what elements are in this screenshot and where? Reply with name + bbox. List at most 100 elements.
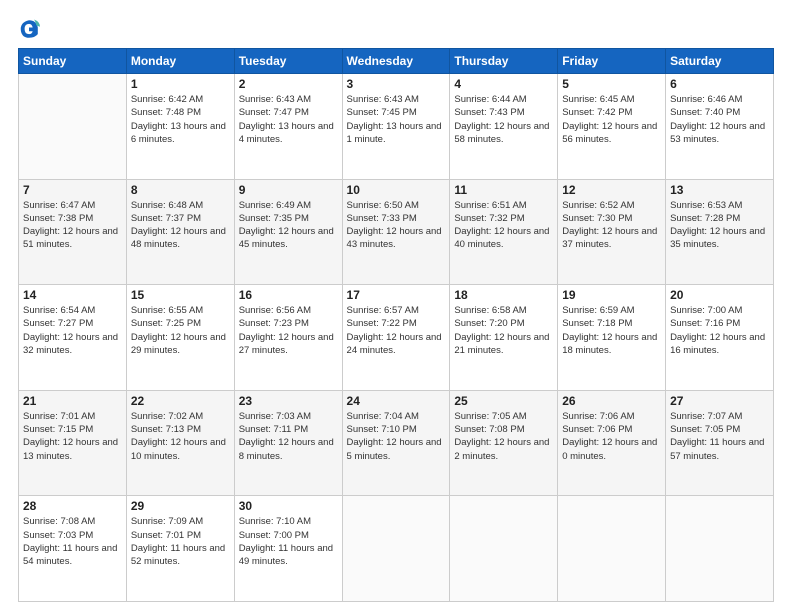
day-info: Sunrise: 6:49 AMSunset: 7:35 PMDaylight:… [239,199,338,252]
calendar-week-row: 14 Sunrise: 6:54 AMSunset: 7:27 PMDayligh… [19,285,774,391]
day-info: Sunrise: 6:44 AMSunset: 7:43 PMDaylight:… [454,93,553,146]
day-number: 10 [347,183,446,197]
weekday-header-thursday: Thursday [450,49,558,74]
calendar-cell: 20Sunrise: 7:00 AMSunset: 7:16 PMDayligh… [666,285,774,391]
day-info: Sunrise: 7:08 AMSunset: 7:03 PMDaylight:… [23,515,122,568]
day-info: Sunrise: 7:05 AMSunset: 7:08 PMDaylight:… [454,410,553,463]
day-number: 21 [23,394,122,408]
day-number: 25 [454,394,553,408]
calendar-cell: 12Sunrise: 6:52 AMSunset: 7:30 PMDayligh… [558,179,666,285]
weekday-header-friday: Friday [558,49,666,74]
day-number: 2 [239,77,338,91]
calendar-cell: 23 Sunrise: 7:03 AMSunset: 7:11 PMDayligh… [234,390,342,496]
day-number: 11 [454,183,553,197]
day-info: Sunrise: 6:51 AMSunset: 7:32 PMDaylight:… [454,199,553,252]
calendar-cell [342,496,450,602]
weekday-header-monday: Monday [126,49,234,74]
calendar-cell: 10Sunrise: 6:50 AMSunset: 7:33 PMDayligh… [342,179,450,285]
calendar-cell: 17 Sunrise: 6:57 AMSunset: 7:22 PMDayligh… [342,285,450,391]
calendar-cell: 15 Sunrise: 6:55 AMSunset: 7:25 PMDayligh… [126,285,234,391]
header [18,18,774,40]
calendar-cell: 27 Sunrise: 7:07 AMSunset: 7:05 PMDayligh… [666,390,774,496]
calendar-cell: 22 Sunrise: 7:02 AMSunset: 7:13 PMDayligh… [126,390,234,496]
day-number: 14 [23,288,122,302]
day-number: 8 [131,183,230,197]
calendar-cell: 21Sunrise: 7:01 AMSunset: 7:15 PMDayligh… [19,390,127,496]
calendar-week-row: 7 Sunrise: 6:47 AMSunset: 7:38 PMDaylight… [19,179,774,285]
day-number: 3 [347,77,446,91]
day-number: 29 [131,499,230,513]
day-number: 23 [239,394,338,408]
day-number: 6 [670,77,769,91]
weekday-header-wednesday: Wednesday [342,49,450,74]
day-number: 9 [239,183,338,197]
day-info: Sunrise: 7:02 AMSunset: 7:13 PMDaylight:… [131,410,230,463]
day-number: 20 [670,288,769,302]
calendar-cell [450,496,558,602]
weekday-header-saturday: Saturday [666,49,774,74]
calendar-cell: 3 Sunrise: 6:43 AMSunset: 7:45 PMDaylight… [342,74,450,180]
day-info: Sunrise: 6:57 AMSunset: 7:22 PMDaylight:… [347,304,446,357]
day-info: Sunrise: 7:06 AMSunset: 7:06 PMDaylight:… [562,410,661,463]
day-info: Sunrise: 6:55 AMSunset: 7:25 PMDaylight:… [131,304,230,357]
day-info: Sunrise: 7:10 AMSunset: 7:00 PMDaylight:… [239,515,338,568]
day-info: Sunrise: 6:42 AMSunset: 7:48 PMDaylight:… [131,93,230,146]
calendar-cell: 11 Sunrise: 6:51 AMSunset: 7:32 PMDayligh… [450,179,558,285]
day-info: Sunrise: 7:03 AMSunset: 7:11 PMDaylight:… [239,410,338,463]
day-info: Sunrise: 6:54 AMSunset: 7:27 PMDaylight:… [23,304,122,357]
day-info: Sunrise: 6:53 AMSunset: 7:28 PMDaylight:… [670,199,769,252]
day-info: Sunrise: 6:43 AMSunset: 7:47 PMDaylight:… [239,93,338,146]
calendar-cell: 25 Sunrise: 7:05 AMSunset: 7:08 PMDayligh… [450,390,558,496]
day-number: 4 [454,77,553,91]
day-number: 28 [23,499,122,513]
calendar-week-row: 21Sunrise: 7:01 AMSunset: 7:15 PMDayligh… [19,390,774,496]
calendar-week-row: 1Sunrise: 6:42 AMSunset: 7:48 PMDaylight… [19,74,774,180]
logo [18,18,44,40]
weekday-header-row: SundayMondayTuesdayWednesdayThursdayFrid… [19,49,774,74]
calendar-cell: 13Sunrise: 6:53 AMSunset: 7:28 PMDayligh… [666,179,774,285]
day-number: 7 [23,183,122,197]
calendar-cell: 2 Sunrise: 6:43 AMSunset: 7:47 PMDaylight… [234,74,342,180]
day-number: 30 [239,499,338,513]
calendar-cell [19,74,127,180]
day-info: Sunrise: 7:09 AMSunset: 7:01 PMDaylight:… [131,515,230,568]
day-number: 27 [670,394,769,408]
day-number: 15 [131,288,230,302]
calendar-cell: 14 Sunrise: 6:54 AMSunset: 7:27 PMDayligh… [19,285,127,391]
day-info: Sunrise: 6:56 AMSunset: 7:23 PMDaylight:… [239,304,338,357]
day-number: 22 [131,394,230,408]
weekday-header-sunday: Sunday [19,49,127,74]
day-number: 5 [562,77,661,91]
day-info: Sunrise: 7:07 AMSunset: 7:05 PMDaylight:… [670,410,769,463]
day-info: Sunrise: 7:04 AMSunset: 7:10 PMDaylight:… [347,410,446,463]
calendar-cell: 1Sunrise: 6:42 AMSunset: 7:48 PMDaylight… [126,74,234,180]
calendar-cell: 18 Sunrise: 6:58 AMSunset: 7:20 PMDayligh… [450,285,558,391]
day-number: 24 [347,394,446,408]
day-info: Sunrise: 6:48 AMSunset: 7:37 PMDaylight:… [131,199,230,252]
calendar-cell: 24 Sunrise: 7:04 AMSunset: 7:10 PMDayligh… [342,390,450,496]
day-number: 17 [347,288,446,302]
calendar-cell: 26 Sunrise: 7:06 AMSunset: 7:06 PMDayligh… [558,390,666,496]
calendar-cell: 8 Sunrise: 6:48 AMSunset: 7:37 PMDaylight… [126,179,234,285]
day-info: Sunrise: 6:59 AMSunset: 7:18 PMDaylight:… [562,304,661,357]
day-number: 18 [454,288,553,302]
calendar-cell [558,496,666,602]
day-info: Sunrise: 6:45 AMSunset: 7:42 PMDaylight:… [562,93,661,146]
calendar-cell: 5 Sunrise: 6:45 AMSunset: 7:42 PMDaylight… [558,74,666,180]
day-info: Sunrise: 6:43 AMSunset: 7:45 PMDaylight:… [347,93,446,146]
calendar-cell: 7 Sunrise: 6:47 AMSunset: 7:38 PMDaylight… [19,179,127,285]
calendar-cell: 29 Sunrise: 7:09 AMSunset: 7:01 PMDayligh… [126,496,234,602]
day-info: Sunrise: 6:58 AMSunset: 7:20 PMDaylight:… [454,304,553,357]
logo-icon [18,18,40,40]
calendar-cell [666,496,774,602]
day-number: 16 [239,288,338,302]
day-info: Sunrise: 6:47 AMSunset: 7:38 PMDaylight:… [23,199,122,252]
calendar-table: SundayMondayTuesdayWednesdayThursdayFrid… [18,48,774,602]
day-info: Sunrise: 6:52 AMSunset: 7:30 PMDaylight:… [562,199,661,252]
day-number: 26 [562,394,661,408]
calendar-cell: 30 Sunrise: 7:10 AMSunset: 7:00 PMDayligh… [234,496,342,602]
calendar-cell: 4 Sunrise: 6:44 AMSunset: 7:43 PMDaylight… [450,74,558,180]
calendar-cell: 6Sunrise: 6:46 AMSunset: 7:40 PMDaylight… [666,74,774,180]
calendar-cell: 9 Sunrise: 6:49 AMSunset: 7:35 PMDaylight… [234,179,342,285]
calendar-cell: 16 Sunrise: 6:56 AMSunset: 7:23 PMDayligh… [234,285,342,391]
